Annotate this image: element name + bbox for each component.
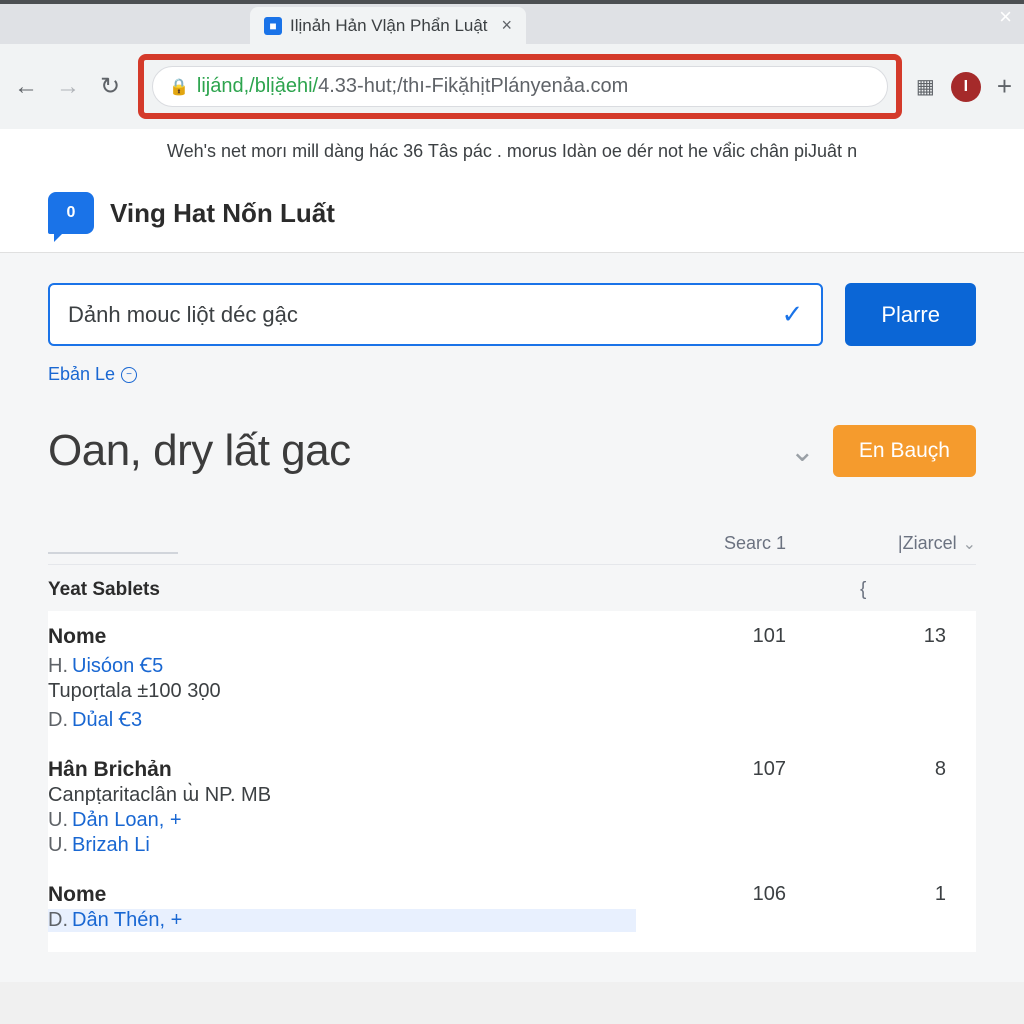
address-bar[interactable]: 🔒 lijánd,/blịặehi/4.33-hut;/thı-FikặhịtP… — [152, 66, 888, 107]
search-combobox[interactable]: Dảnh mouc liột déc gậc ✓ — [48, 283, 823, 346]
row-link[interactable]: H.Uisóon Ꞓ5 — [48, 651, 636, 678]
chevron-down-icon[interactable]: ⌄ — [790, 434, 815, 469]
page-title: Oan, dry lất gac — [48, 426, 772, 476]
window-close-icon[interactable]: × — [999, 4, 1012, 30]
back-button[interactable]: ← — [12, 73, 40, 101]
sub-link[interactable]: Ebản Le − — [48, 364, 137, 385]
tab-close-icon[interactable]: × — [502, 15, 513, 36]
row-title: Nome — [48, 625, 636, 649]
info-banner: Weh's net morı mill dàng hác 36 Tâs pác … — [0, 129, 1024, 174]
app-logo: 0 — [48, 192, 94, 234]
col-header-a[interactable]: Searc 1 — [636, 533, 806, 554]
app-header: 0 Ving Hat Nốn Luất — [0, 174, 1024, 253]
row-col-a: 107 — [636, 758, 806, 857]
action-button[interactable]: En Bauçh — [833, 425, 976, 477]
apps-grid-icon[interactable]: ▦ — [916, 74, 935, 99]
address-bar-highlight: 🔒 lijánd,/blịặehi/4.33-hut;/thı-FikặhịtP… — [138, 54, 902, 119]
sub-link-label: Ebản Le — [48, 364, 115, 385]
url-path: 4.33-hut;/thı-FikặhịtPlányenảa.com — [318, 75, 628, 97]
row-col-b: 8 — [806, 758, 976, 857]
tab-title: Ilịnảh Hản Vlận Phẩn Luật — [290, 16, 488, 36]
row-link[interactable]: U.Brizah Li — [48, 834, 636, 857]
row-link[interactable]: D.Dủal Ꞓ3 — [48, 705, 636, 732]
app-title: Ving Hat Nốn Luất — [110, 198, 335, 229]
browser-tab[interactable]: ■ Ilịnảh Hản Vlận Phẩn Luật × — [250, 7, 526, 44]
profile-avatar[interactable]: I — [951, 72, 981, 102]
search-text: Dảnh mouc liột déc gậc — [68, 302, 298, 328]
new-tab-button[interactable]: + — [997, 71, 1012, 102]
row-title: Hân Brichản — [48, 758, 636, 782]
table-row[interactable]: Nome H.Uisóon Ꞓ5 Tupoṛtala ±100 30̣0 D.D… — [48, 615, 976, 748]
row-col-b: 13 — [806, 625, 976, 732]
col-filter-underline — [48, 533, 178, 554]
section-label: Yeat Sablets { — [48, 579, 976, 601]
search-button[interactable]: Plarre — [845, 283, 976, 346]
reload-button[interactable]: ↻ — [96, 72, 124, 101]
results-table: Searc 1 |Ziarcel ⌄ Yeat Sablets { Nome H… — [48, 525, 976, 952]
forward-button[interactable]: → — [54, 73, 82, 101]
check-icon: ✓ — [782, 299, 804, 330]
row-col-a: 101 — [636, 625, 806, 732]
url-origin: lijánd,/blịặehi/ — [197, 75, 318, 97]
row-col-b: 1 — [806, 883, 976, 932]
col-header-b[interactable]: |Ziarcel ⌄ — [806, 533, 976, 554]
table-header: Searc 1 |Ziarcel ⌄ — [48, 525, 976, 565]
sort-chevron-icon[interactable]: ⌄ — [963, 534, 976, 554]
tab-bar: ■ Ilịnảh Hản Vlận Phẩn Luật × — [0, 4, 1024, 44]
row-subtext: Canpṭaritaclân ɯ̀ NP. MB — [48, 784, 636, 807]
lock-icon: 🔒 — [169, 77, 189, 97]
table-row[interactable]: Hân Brichản Canpṭaritaclân ɯ̀ NP. MB U.D… — [48, 748, 976, 873]
row-link[interactable]: D.Dân Thén, + — [48, 909, 636, 932]
row-link[interactable]: U.Dản Loan, + — [48, 809, 636, 832]
tab-favicon: ■ — [264, 17, 282, 35]
browser-toolbar: ← → ↻ 🔒 lijánd,/blịặehi/4.33-hut;/thı-Fi… — [0, 44, 1024, 129]
row-col-a: 106 — [636, 883, 806, 932]
sub-link-icon: − — [121, 367, 137, 383]
row-title: Nome — [48, 883, 636, 907]
row-subtext: Tupoṛtala ±100 30̣0 — [48, 680, 636, 703]
table-row[interactable]: Nome D.Dân Thén, + 106 1 — [48, 873, 976, 948]
